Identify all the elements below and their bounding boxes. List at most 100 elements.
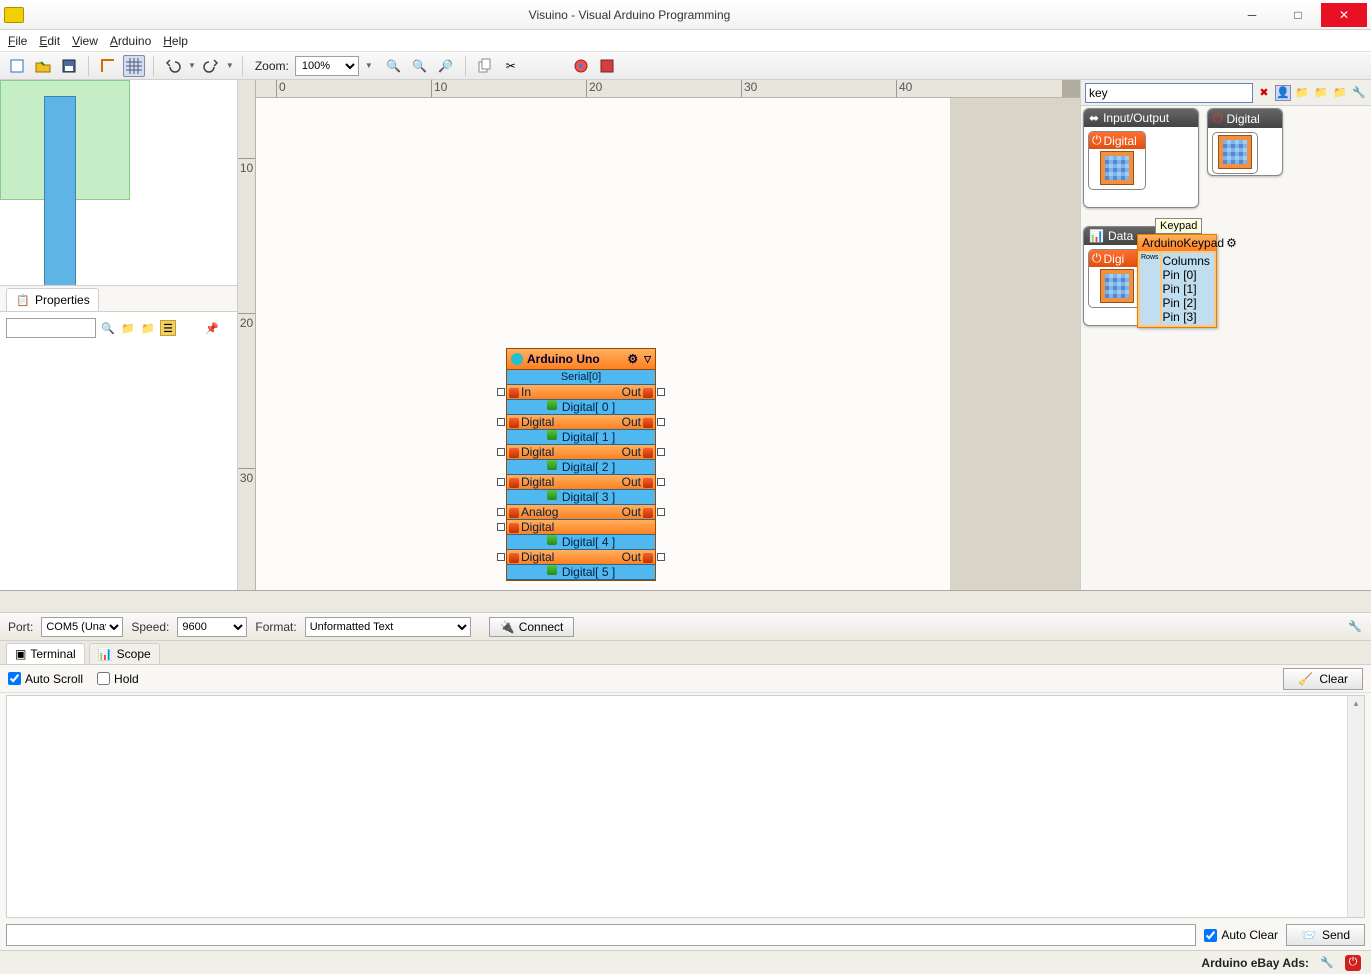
- upload-button[interactable]: [570, 55, 592, 77]
- component-row[interactable]: AnalogOut: [507, 505, 655, 520]
- clear-button[interactable]: 🧹Clear: [1283, 668, 1363, 690]
- open-button[interactable]: [32, 55, 54, 77]
- auto-clear-checkbox[interactable]: Auto Clear: [1204, 928, 1278, 942]
- pal-btn-2[interactable]: 📁: [1313, 85, 1329, 101]
- power-status-icon[interactable]: ⏻: [1345, 955, 1361, 971]
- undo-dropdown[interactable]: ▼: [188, 61, 196, 70]
- palette-header: ✖ 👤 📁 📁 📁 🔧: [1081, 80, 1371, 106]
- component-row[interactable]: Digital[ 2 ]: [507, 460, 655, 475]
- power-icon: ⏻: [1092, 133, 1102, 148]
- hold-checkbox[interactable]: Hold: [97, 672, 139, 686]
- overview-mini-component: [44, 96, 76, 286]
- component-row[interactable]: DigitalOut: [507, 475, 655, 490]
- component-row[interactable]: DigitalOut: [507, 415, 655, 430]
- tab-properties[interactable]: 📋 Properties: [6, 288, 99, 311]
- copy-button[interactable]: [474, 55, 496, 77]
- pal-btn-1[interactable]: 📁: [1294, 85, 1310, 101]
- component-row[interactable]: Digital[ 0 ]: [507, 400, 655, 415]
- palette-panel: ✖ 👤 📁 📁 📁 🔧 ⬌Input/Output ⏻Digital ⏻Digi…: [1081, 80, 1371, 590]
- keypad-thumb-icon-3: [1100, 269, 1134, 303]
- prop-btn-4[interactable]: ☰: [160, 320, 176, 336]
- clear-search-icon[interactable]: ✖: [1256, 85, 1272, 101]
- new-button[interactable]: [6, 55, 28, 77]
- component-header[interactable]: Arduino Uno ⚙ ▽: [507, 349, 655, 370]
- gear-icon[interactable]: ⚙: [627, 352, 638, 366]
- chevron-down-icon[interactable]: ▽: [644, 354, 651, 365]
- serial-settings-icon[interactable]: 🔧: [1347, 619, 1363, 635]
- palette-chip-digital[interactable]: ⏻Digital: [1088, 131, 1146, 190]
- terminal-input[interactable]: [6, 924, 1196, 946]
- zoom-dropdown[interactable]: ▼: [365, 61, 373, 70]
- port-select[interactable]: COM5 (Unava: [41, 617, 123, 637]
- auto-scroll-label: Auto Scroll: [25, 672, 83, 686]
- speed-select[interactable]: 9600: [177, 617, 247, 637]
- palette-search[interactable]: [1085, 83, 1253, 103]
- menubar: File Edit View Arduino Help: [0, 30, 1371, 52]
- send-button[interactable]: 📨Send: [1286, 924, 1365, 946]
- snap-button[interactable]: [97, 55, 119, 77]
- overview-panel[interactable]: [0, 80, 237, 286]
- component-row[interactable]: Digital[ 4 ]: [507, 535, 655, 550]
- format-label: Format:: [255, 620, 296, 634]
- verify-button[interactable]: [596, 55, 618, 77]
- maximize-button[interactable]: □: [1275, 3, 1321, 27]
- tab-scope[interactable]: 📊Scope: [89, 643, 160, 664]
- speed-label: Speed:: [131, 620, 169, 634]
- terminal-output[interactable]: ▴: [6, 695, 1365, 918]
- component-row[interactable]: DigitalOut: [507, 445, 655, 460]
- prop-btn-1[interactable]: 🔍: [100, 320, 116, 336]
- menu-help[interactable]: Help: [163, 34, 188, 48]
- ads-settings-icon[interactable]: 🔧: [1319, 955, 1335, 971]
- connect-button[interactable]: 🔌Connect: [489, 617, 575, 637]
- redo-dropdown[interactable]: ▼: [226, 61, 234, 70]
- pal-btn-3[interactable]: 📁: [1332, 85, 1348, 101]
- auto-clear-label: Auto Clear: [1221, 928, 1278, 942]
- component-row[interactable]: DigitalOut: [507, 550, 655, 565]
- component-row[interactable]: InOut: [507, 385, 655, 400]
- close-button[interactable]: ✕: [1321, 3, 1367, 27]
- connect-label: Connect: [519, 620, 564, 634]
- minimize-button[interactable]: ─: [1229, 3, 1275, 27]
- scrollbar[interactable]: ▴: [1347, 696, 1364, 917]
- filter-icon[interactable]: 👤: [1275, 85, 1291, 101]
- prop-btn-2[interactable]: 📁: [120, 320, 136, 336]
- menu-arduino[interactable]: Arduino: [110, 34, 151, 48]
- undo-button[interactable]: [162, 55, 184, 77]
- save-button[interactable]: [58, 55, 80, 77]
- palette-group-digital: ⏻Digital: [1207, 108, 1283, 176]
- tab-terminal[interactable]: ▣Terminal: [6, 643, 85, 664]
- properties-search[interactable]: [6, 318, 96, 338]
- properties-icon: 📋: [15, 292, 31, 308]
- grid-button[interactable]: [123, 55, 145, 77]
- menu-view[interactable]: View: [72, 34, 98, 48]
- component-row[interactable]: Digital[ 1 ]: [507, 430, 655, 445]
- component-arduino-uno[interactable]: Arduino Uno ⚙ ▽ Serial[0] InOutDigital[ …: [506, 348, 656, 581]
- component-row[interactable]: Digital[ 3 ]: [507, 490, 655, 505]
- data-group-icon: 📊: [1089, 229, 1104, 243]
- window-title: Visuino - Visual Arduino Programming: [30, 8, 1229, 22]
- auto-scroll-checkbox[interactable]: Auto Scroll: [8, 672, 83, 686]
- send-label: Send: [1322, 928, 1350, 942]
- bottom-panel: Port: COM5 (Unava Speed: 9600 Format: Un…: [0, 590, 1371, 950]
- cut-button[interactable]: ✂: [500, 55, 522, 77]
- redo-button[interactable]: [200, 55, 222, 77]
- menu-edit[interactable]: Edit: [39, 34, 60, 48]
- component-row[interactable]: Digital[ 5 ]: [507, 565, 655, 580]
- main-area: 📋 Properties 🔍 📁 📁 ☰ 📌 010203040 102030: [0, 80, 1371, 590]
- canvas[interactable]: Arduino Uno ⚙ ▽ Serial[0] InOutDigital[ …: [256, 98, 1080, 590]
- prop-pin-button[interactable]: 📌: [204, 320, 220, 336]
- io-group-title: Input/Output: [1103, 111, 1169, 125]
- component-subheader: Serial[0]: [507, 370, 655, 385]
- pal-settings-icon[interactable]: 🔧: [1351, 85, 1367, 101]
- clear-label: Clear: [1319, 672, 1348, 686]
- format-select[interactable]: Unformatted Text: [305, 617, 471, 637]
- palette-chip-digital2[interactable]: [1212, 132, 1258, 174]
- component-row[interactable]: Digital: [507, 520, 655, 535]
- ads-label: Arduino eBay Ads:: [1201, 956, 1309, 970]
- menu-file[interactable]: File: [8, 34, 27, 48]
- zoom-select[interactable]: 100%: [295, 56, 359, 76]
- zoom-fit-button[interactable]: 🔎: [435, 55, 457, 77]
- zoom-out-button[interactable]: 🔍: [409, 55, 431, 77]
- prop-btn-3[interactable]: 📁: [140, 320, 156, 336]
- zoom-in-button[interactable]: 🔍: [383, 55, 405, 77]
